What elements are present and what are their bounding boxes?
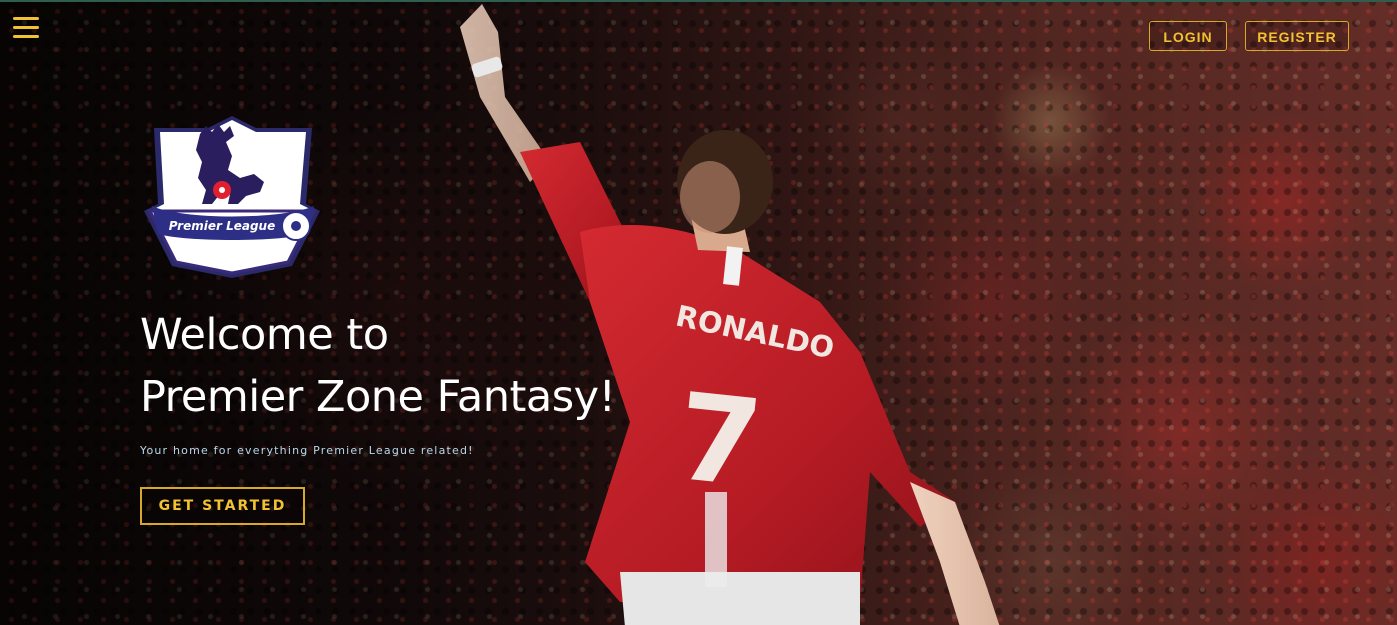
hero-subtitle: Your home for everything Premier League … <box>140 444 474 457</box>
title-line-1: Welcome to <box>140 310 389 360</box>
page-title: Welcome to Premier Zone Fantasy! <box>140 304 616 428</box>
hero-section: RONALDO 7 LOGIN REGISTER Premier League … <box>0 0 1397 625</box>
login-button[interactable]: LOGIN <box>1149 21 1227 51</box>
shirt-number: 7 <box>670 368 768 515</box>
register-button[interactable]: REGISTER <box>1245 21 1349 51</box>
title-line-2: Premier Zone Fantasy! <box>140 372 616 422</box>
premier-league-logo: Premier League <box>144 116 320 278</box>
get-started-button[interactable]: GET STARTED <box>140 487 305 525</box>
logo-text: Premier League <box>169 219 276 233</box>
hamburger-menu-icon[interactable] <box>13 17 39 39</box>
